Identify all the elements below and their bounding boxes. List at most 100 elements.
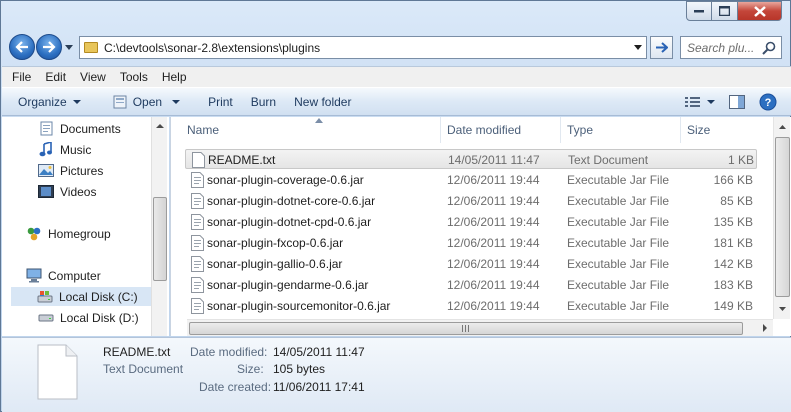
file-type: Executable Jar File — [567, 236, 670, 250]
burn-label: Burn — [250, 94, 277, 109]
menu-file[interactable]: File — [12, 70, 31, 84]
open-document-icon — [113, 95, 127, 108]
open-label: Open — [132, 94, 163, 109]
file-row[interactable]: sonar-plugin-dotnet-cpd-0.6.jar 12/06/201… — [185, 212, 757, 232]
file-row[interactable]: README.txt 14/05/2011 11:47 Text Document 1… — [185, 149, 757, 169]
jar-file-icon — [191, 298, 204, 314]
search-box[interactable] — [680, 36, 782, 59]
search-input[interactable] — [681, 40, 762, 55]
file-date-modified: 12/06/2011 19:44 — [447, 278, 540, 292]
details-size-label: Size: — [237, 362, 264, 376]
nav-item-videos[interactable]: Videos — [38, 182, 96, 201]
column-headers: Name Date modified Type Size — [171, 117, 771, 143]
change-view-button[interactable] — [685, 96, 715, 108]
new-folder-label: New folder — [294, 94, 352, 109]
scrollbar-thumb[interactable] — [775, 137, 790, 297]
file-row[interactable]: sonar-plugin-coverage-0.6.jar 12/06/2011 … — [185, 170, 757, 190]
organize-label: Organize — [18, 94, 67, 109]
file-row[interactable]: sonar-plugin-sourcemonitor-0.6.jar 12/06/… — [185, 296, 757, 316]
nav-item-label: Computer — [48, 268, 101, 283]
column-header-date-modified[interactable]: Date modified — [441, 117, 561, 143]
file-type: Executable Jar File — [567, 194, 670, 208]
file-list-horizontal-scrollbar[interactable] — [187, 319, 773, 336]
chevron-down-icon — [172, 99, 181, 104]
file-type: Executable Jar File — [567, 299, 670, 313]
nav-item-label: Local Disk (C:) — [59, 289, 138, 304]
maximize-button[interactable] — [712, 1, 738, 21]
column-header-size[interactable]: Size — [681, 117, 771, 143]
nav-item-music[interactable]: Music — [38, 140, 91, 159]
nav-item-documents[interactable]: Documents — [38, 119, 121, 138]
details-created-value: 11/06/2011 17:41 — [273, 380, 365, 394]
details-size-value: 105 bytes — [273, 362, 326, 376]
file-row[interactable]: sonar-plugin-gendarme-0.6.jar 12/06/2011 … — [185, 275, 757, 295]
file-row[interactable]: sonar-plugin-fxcop-0.6.jar 12/06/2011 19:… — [185, 233, 757, 253]
file-name: sonar-plugin-gendarme-0.6.jar — [207, 278, 369, 292]
scrollbar-thumb[interactable] — [153, 197, 167, 281]
details-file-name: README.txt — [103, 345, 171, 359]
text-document-large-icon — [37, 344, 78, 400]
column-header-label: Size — [687, 123, 711, 137]
scrollbar-thumb[interactable] — [189, 322, 743, 335]
navigation-scrollbar[interactable] — [151, 117, 167, 336]
menu-edit[interactable]: Edit — [45, 70, 66, 84]
nav-item-computer[interactable]: Computer — [26, 266, 101, 285]
help-button[interactable]: ? — [759, 93, 777, 111]
nav-item-local-disk-d[interactable]: Local Disk (D:) — [38, 308, 139, 327]
menu-tools[interactable]: Tools — [120, 70, 148, 84]
column-header-type[interactable]: Type — [561, 117, 681, 143]
chevron-down-icon — [707, 100, 715, 104]
details-modified-value: 14/05/2011 11:47 — [273, 345, 365, 359]
nav-item-local-disk-c[interactable]: Local Disk (C:) — [11, 287, 151, 306]
print-button[interactable]: Print — [208, 95, 233, 109]
file-type: Executable Jar File — [567, 215, 670, 229]
minimize-button[interactable] — [686, 1, 712, 21]
documents-icon — [38, 121, 54, 137]
forward-arrow-icon — [43, 41, 56, 53]
details-pane: README.txt Text Document Date modified: … — [2, 337, 791, 412]
file-row[interactable]: sonar-plugin-gallio-0.6.jar 12/06/2011 19… — [185, 254, 757, 274]
file-name: sonar-plugin-gallio-0.6.jar — [207, 257, 343, 271]
organize-button[interactable]: Organize — [18, 95, 81, 109]
navigation-pane: Documents Music Pictures Videos Homegrou… — [2, 117, 169, 336]
forward-button[interactable] — [36, 34, 62, 60]
file-date-modified: 14/05/2011 11:47 — [448, 153, 540, 167]
file-date-modified: 12/06/2011 19:44 — [447, 215, 540, 229]
column-header-name[interactable]: Name — [181, 117, 441, 143]
file-size: 166 KB — [713, 173, 753, 187]
menu-help[interactable]: Help — [162, 70, 187, 84]
file-row[interactable]: sonar-plugin-dotnet-core-0.6.jar 12/06/20… — [185, 191, 757, 211]
new-folder-button[interactable]: New folder — [294, 95, 351, 109]
address-path[interactable]: C:\devtools\sonar-2.8\extensions\plugins — [98, 41, 630, 55]
file-name: sonar-plugin-dotnet-cpd-0.6.jar — [207, 215, 372, 229]
close-button[interactable] — [738, 1, 782, 21]
file-name: README.txt — [208, 153, 276, 167]
sort-ascending-icon — [315, 118, 323, 123]
preview-pane-button[interactable] — [729, 95, 745, 109]
file-type: Text Document — [568, 153, 649, 167]
file-size: 85 KB — [720, 194, 753, 208]
nav-item-homegroup[interactable]: Homegroup — [26, 224, 111, 243]
back-button[interactable] — [9, 34, 35, 60]
system-drive-icon — [37, 289, 53, 305]
address-bar[interactable]: C:\devtools\sonar-2.8\extensions\plugins — [79, 36, 647, 59]
file-size: 149 KB — [713, 299, 753, 313]
address-dropdown[interactable] — [630, 37, 646, 58]
search-icon[interactable] — [762, 41, 776, 55]
print-label: Print — [208, 94, 233, 109]
nav-item-pictures[interactable]: Pictures — [38, 161, 103, 180]
file-name: sonar-plugin-fxcop-0.6.jar — [207, 236, 344, 250]
history-buttons — [9, 34, 74, 60]
file-name: sonar-plugin-sourcemonitor-0.6.jar — [207, 299, 391, 313]
jar-file-icon — [191, 256, 204, 272]
burn-button[interactable]: Burn — [251, 95, 276, 109]
menu-view[interactable]: View — [80, 70, 106, 84]
file-list-pane: Name Date modified Type Size README.txt 1… — [170, 117, 791, 336]
grip-icon — [462, 325, 469, 332]
menu-bar: File Edit View Tools Help — [2, 66, 791, 87]
file-list-vertical-scrollbar[interactable] — [773, 117, 790, 319]
open-button[interactable]: Open — [113, 94, 181, 109]
go-button[interactable] — [650, 36, 673, 59]
svg-text:?: ? — [765, 97, 772, 109]
recent-pages-dropdown[interactable] — [64, 34, 74, 60]
